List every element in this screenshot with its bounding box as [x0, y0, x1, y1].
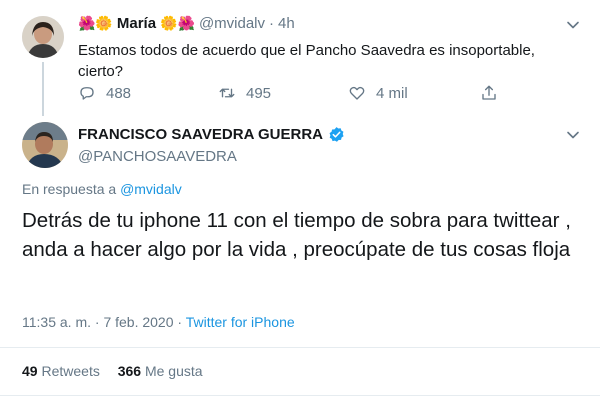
stats-divider-bottom — [0, 395, 600, 396]
tweet-timestamp[interactable]: 11:35 a. m. · 7 feb. 2020 · — [22, 314, 182, 330]
tweet-stats: 49 Retweets 366 Me gusta — [22, 363, 203, 379]
tweet-author-name[interactable]: FRANCISCO SAAVEDRA GUERRA — [78, 126, 323, 143]
retweet-count: 495 — [246, 84, 272, 102]
reply-context-handle[interactable]: @mvidalv — [120, 181, 182, 197]
tweet-author-handle[interactable]: @PANCHOSAAVEDRA — [78, 148, 237, 165]
reply-author-name[interactable]: María — [117, 15, 156, 32]
separator-dot: · — [269, 15, 275, 32]
stats-divider-top — [0, 347, 600, 348]
flower-emoji-icon: 🌼🌺 — [160, 15, 195, 31]
retweets-stat[interactable]: 49 Retweets — [22, 363, 104, 379]
likes-stat-label: Me gusta — [144, 363, 203, 379]
tweet-author: FRANCISCO SAAVEDRA GUERRA — [78, 126, 345, 143]
reply-time[interactable]: 4h — [278, 15, 295, 32]
tweet-source[interactable]: Twitter for iPhone — [186, 314, 295, 330]
like-action[interactable]: 4 mil — [348, 84, 408, 102]
verified-badge-icon — [329, 127, 344, 142]
retweets-stat-count: 49 — [22, 363, 38, 379]
retweet-action[interactable]: 495 — [218, 84, 271, 102]
avatar-francisco-image — [22, 122, 68, 168]
chevron-down-icon[interactable] — [566, 18, 580, 32]
retweet-icon — [219, 88, 235, 98]
reply-icon — [80, 87, 94, 100]
share-action[interactable] — [480, 84, 498, 102]
reply-context-prefix: En respuesta a — [22, 181, 117, 197]
likes-stat[interactable]: 366 Me gusta — [118, 363, 203, 379]
avatar-maria[interactable] — [22, 16, 64, 58]
like-icon — [349, 86, 365, 100]
reply-action[interactable]: 488 — [78, 84, 131, 102]
reply-text: Estamos todos de acuerdo que el Pancho S… — [78, 42, 535, 80]
reply-author-handle[interactable]: @mvidalv — [199, 15, 265, 32]
thread-connector-line — [42, 62, 44, 116]
like-count: 4 mil — [376, 84, 408, 102]
likes-stat-count: 366 — [117, 363, 142, 379]
chevron-down-icon[interactable] — [566, 128, 580, 142]
share-icon — [482, 85, 496, 100]
retweets-stat-label: Retweets — [41, 363, 100, 379]
reply-header: 🌺🌼 María 🌼🌺 @mvidalv · 4h — [78, 15, 295, 32]
flower-emoji-icon: 🌺🌼 — [78, 15, 113, 31]
tweet-text: Detrás de tu iphone 11 con el tiempo de … — [22, 209, 571, 261]
reply-count: 488 — [106, 84, 132, 102]
reply-context: En respuesta a @mvidalv — [22, 181, 182, 197]
tweet-meta: 11:35 a. m. · 7 feb. 2020 · Twitter for … — [22, 314, 295, 330]
reply-actions: 488 495 4 mil — [78, 84, 498, 106]
avatar-francisco[interactable] — [22, 122, 68, 168]
avatar-maria-image — [22, 16, 64, 58]
